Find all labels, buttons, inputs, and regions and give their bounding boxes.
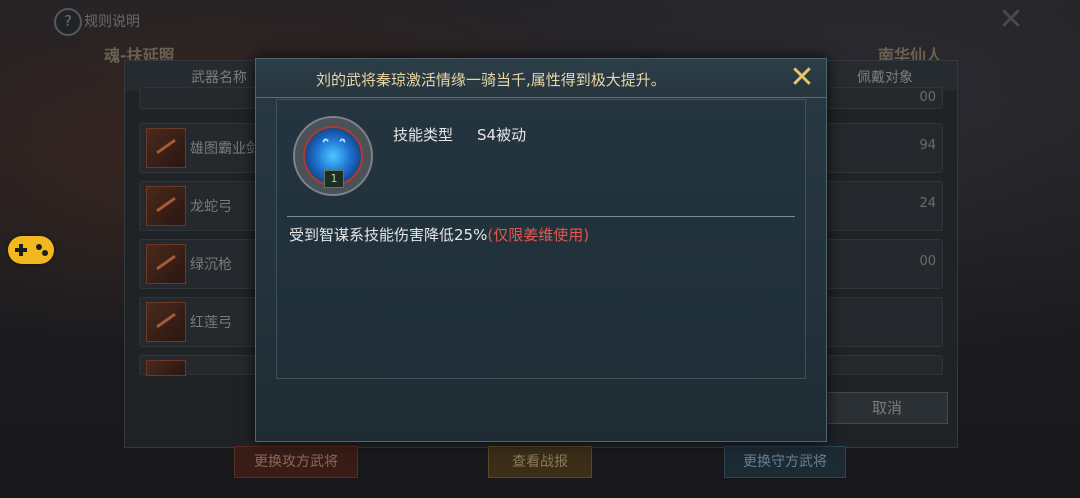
weapon-row-value: 94 — [919, 138, 936, 153]
skill-description: 受到智谋系技能伤害降低25%(仅限姜维使用) — [289, 224, 589, 245]
dialog-title: 刘的武将秦琼激活情缘一骑当千,属性得到极大提升。 — [316, 71, 666, 89]
skill-info-dialog: 刘的武将秦琼激活情缘一骑当千,属性得到极大提升。 ✕ 1 技能类型 S4被动 受… — [255, 58, 827, 442]
help-icon[interactable]: ? — [54, 8, 82, 36]
column-weapon-name: 武器名称 — [191, 70, 247, 86]
view-battle-report-button[interactable]: 查看战报 — [488, 446, 592, 478]
weapon-row-value: 00 — [919, 90, 936, 105]
replace-attack-general-button[interactable]: 更换攻方武将 — [234, 446, 358, 478]
weapon-row-value: 24 — [919, 196, 936, 211]
weapon-row-value: 00 — [919, 254, 936, 269]
column-holder: 佩戴对象 — [857, 70, 913, 86]
rules-label[interactable]: 规则说明 — [84, 11, 140, 31]
skill-effect-text: 受到智谋系技能伤害降低25% — [289, 226, 488, 244]
weapon-name: 龙蛇弓 — [190, 199, 232, 215]
cancel-button[interactable]: 取消 — [826, 392, 948, 424]
weapon-name: 雄图霸业剑 — [190, 141, 260, 157]
skill-icon-frame: 1 — [293, 116, 373, 196]
dialog-close-icon[interactable]: ✕ — [788, 63, 816, 93]
skill-type-value: S4被动 — [477, 126, 527, 144]
dialog-title-bar: 刘的武将秦琼激活情缘一骑当千,属性得到极大提升。 ✕ — [256, 59, 826, 98]
skill-restriction-text: (仅限姜维使用) — [487, 226, 590, 244]
top-bar: ? 规则说明 ✕ — [0, 0, 1080, 40]
skill-level-badge: 1 — [324, 170, 344, 188]
divider — [287, 216, 795, 217]
weapon-icon — [146, 360, 186, 376]
weapon-icon — [146, 244, 186, 284]
skill-detail-panel: 1 技能类型 S4被动 受到智谋系技能伤害降低25%(仅限姜维使用) — [276, 99, 806, 379]
gamepad-icon[interactable] — [8, 236, 54, 264]
replace-defend-general-button[interactable]: 更换守方武将 — [724, 446, 846, 478]
weapon-icon — [146, 302, 186, 342]
weapon-name: 绿沉枪 — [190, 257, 232, 273]
weapon-icon — [146, 186, 186, 226]
skill-type-label: 技能类型 — [393, 126, 454, 144]
weapon-name: 红莲弓 — [190, 315, 232, 331]
weapon-icon — [146, 128, 186, 168]
close-icon[interactable]: ✕ — [996, 5, 1026, 36]
